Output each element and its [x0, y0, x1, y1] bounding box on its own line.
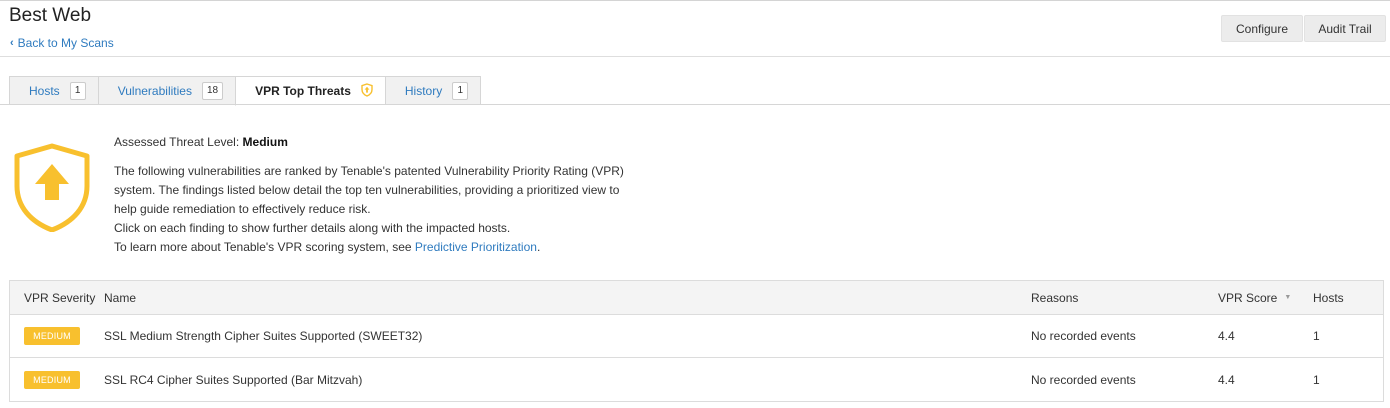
table-row[interactable]: MEDIUM SSL RC4 Cipher Suites Supported (…: [10, 358, 1383, 401]
column-header-reasons[interactable]: Reasons: [1031, 281, 1078, 314]
vpr-score-cell: 4.4: [1218, 329, 1235, 343]
description-line: The following vulnerabilities are ranked…: [114, 164, 624, 178]
chevron-left-icon: ‹: [10, 37, 14, 49]
tab-label: Vulnerabilities: [117, 83, 192, 98]
tabs-divider: [0, 104, 1390, 105]
back-to-scans-link[interactable]: ‹ Back to My Scans: [10, 36, 114, 50]
assessed-threat-level: Assessed Threat Level: Medium: [114, 135, 288, 149]
sort-desc-icon: ▼: [1284, 294, 1292, 301]
table-header: VPR Severity Name Reasons VPR Score ▼ Ho…: [10, 281, 1383, 315]
tab-label: VPR Top Threats: [255, 84, 351, 98]
threat-level-value: Medium: [242, 135, 288, 149]
threat-level-shield-icon: [12, 142, 92, 233]
column-header-name[interactable]: Name: [104, 281, 136, 314]
column-header-severity[interactable]: VPR Severity: [24, 281, 95, 314]
header-divider: [0, 56, 1390, 57]
column-header-hosts[interactable]: Hosts: [1313, 281, 1344, 314]
severity-badge: MEDIUM: [24, 370, 80, 389]
vpr-threats-table: VPR Severity Name Reasons VPR Score ▼ Ho…: [9, 280, 1384, 402]
tab-hosts[interactable]: Hosts 1: [9, 76, 98, 105]
column-header-score[interactable]: VPR Score ▼: [1218, 281, 1291, 314]
page-title: Best Web: [9, 5, 92, 26]
shield-icon: [361, 82, 373, 100]
threat-summary: Assessed Threat Level: Medium The follow…: [114, 135, 654, 257]
hosts-cell: 1: [1313, 372, 1320, 387]
configure-button[interactable]: Configure: [1221, 15, 1303, 42]
vulnerability-name: SSL RC4 Cipher Suites Supported (Bar Mit…: [104, 372, 363, 387]
reasons-cell: No recorded events: [1031, 372, 1136, 387]
tab-vpr-top-threats[interactable]: VPR Top Threats: [235, 76, 385, 106]
vulnerability-name: SSL Medium Strength Cipher Suites Suppor…: [104, 329, 423, 343]
top-border: [0, 0, 1390, 1]
count-badge: 18: [201, 81, 224, 100]
back-link-label: Back to My Scans: [17, 36, 114, 50]
tab-vulnerabilities[interactable]: Vulnerabilities 18: [97, 76, 236, 105]
tab-label: History: [404, 83, 443, 98]
audit-trail-button[interactable]: Audit Trail: [1304, 15, 1386, 42]
count-badge: 1: [452, 81, 469, 100]
description-line: help guide remediation to effectively re…: [114, 202, 371, 216]
description-line: system. The findings listed below detail…: [114, 183, 620, 197]
learn-more-line: To learn more about Tenable's VPR scorin…: [114, 240, 541, 254]
hosts-cell: 1: [1313, 329, 1320, 343]
vpr-score-cell: 4.4: [1218, 372, 1235, 387]
predictive-prioritization-link[interactable]: Predictive Prioritization: [415, 240, 537, 254]
description-line: Click on each finding to show further de…: [114, 221, 511, 235]
tab-history[interactable]: History 1: [384, 76, 482, 105]
severity-badge: MEDIUM: [24, 327, 80, 345]
count-badge: 1: [69, 81, 86, 100]
tab-bar: Hosts 1 Vulnerabilities 18 VPR Top Threa…: [9, 76, 482, 106]
reasons-cell: No recorded events: [1031, 329, 1136, 343]
table-row[interactable]: MEDIUM SSL Medium Strength Cipher Suites…: [10, 315, 1383, 358]
tab-label: Hosts: [29, 83, 60, 98]
